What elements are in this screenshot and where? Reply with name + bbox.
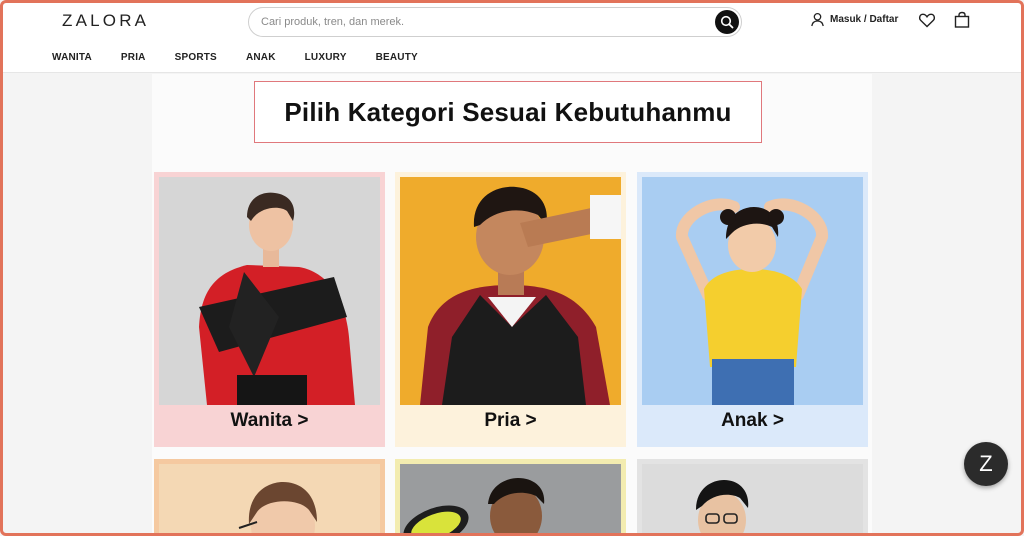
main-nav: WANITA PRIA SPORTS ANAK LUXURY BEAUTY (52, 52, 447, 63)
site-header: ZALORA Masuk / Daftar WANITA PRIA SPORTS… (3, 3, 1021, 73)
category-photo-anak (642, 177, 863, 405)
search-icon (720, 15, 734, 29)
nav-item-wanita[interactable]: WANITA (52, 52, 92, 63)
bag-icon[interactable] (953, 11, 971, 29)
nav-item-pria[interactable]: PRIA (121, 52, 146, 63)
account-link[interactable]: Masuk / Daftar (810, 12, 898, 27)
zalora-logo[interactable]: ZALORA (62, 11, 149, 31)
category-photo-row2-1 (159, 464, 380, 536)
search-bar[interactable] (248, 7, 742, 37)
category-photo-row2-3 (642, 464, 863, 536)
category-label-wanita: Wanita > (230, 410, 309, 431)
nav-item-luxury[interactable]: LUXURY (305, 52, 347, 63)
category-photo-row2-2 (400, 464, 621, 536)
chat-button[interactable]: Z (964, 442, 1008, 486)
account-label: Masuk / Daftar (830, 14, 899, 25)
chat-button-label: Z (979, 451, 993, 476)
category-photo-pria (400, 177, 621, 405)
category-photo-wanita (159, 177, 380, 405)
user-icon (811, 12, 824, 27)
category-card-row2-2[interactable] (395, 459, 626, 536)
nav-item-sports[interactable]: SPORTS (175, 52, 217, 63)
category-card-pria[interactable]: Pria > (395, 172, 626, 447)
heading-box: Pilih Kategori Sesuai Kebutuhanmu (254, 81, 762, 143)
search-input[interactable] (261, 13, 701, 31)
search-button[interactable] (715, 10, 739, 34)
nav-item-anak[interactable]: ANAK (246, 52, 276, 63)
page-title: Pilih Kategori Sesuai Kebutuhanmu (284, 96, 732, 127)
category-card-row2-1[interactable] (154, 459, 385, 536)
category-card-row2-3[interactable] (637, 459, 868, 536)
category-card-wanita[interactable]: Wanita > (154, 172, 385, 447)
category-label-pria: Pria > (484, 410, 537, 431)
nav-item-beauty[interactable]: BEAUTY (376, 52, 418, 63)
category-label-anak: Anak > (721, 410, 784, 431)
category-card-anak[interactable]: Anak > (637, 172, 868, 447)
category-section: Pilih Kategori Sesuai Kebutuhanmu Wanita… (152, 74, 872, 536)
heart-icon[interactable] (918, 11, 936, 29)
